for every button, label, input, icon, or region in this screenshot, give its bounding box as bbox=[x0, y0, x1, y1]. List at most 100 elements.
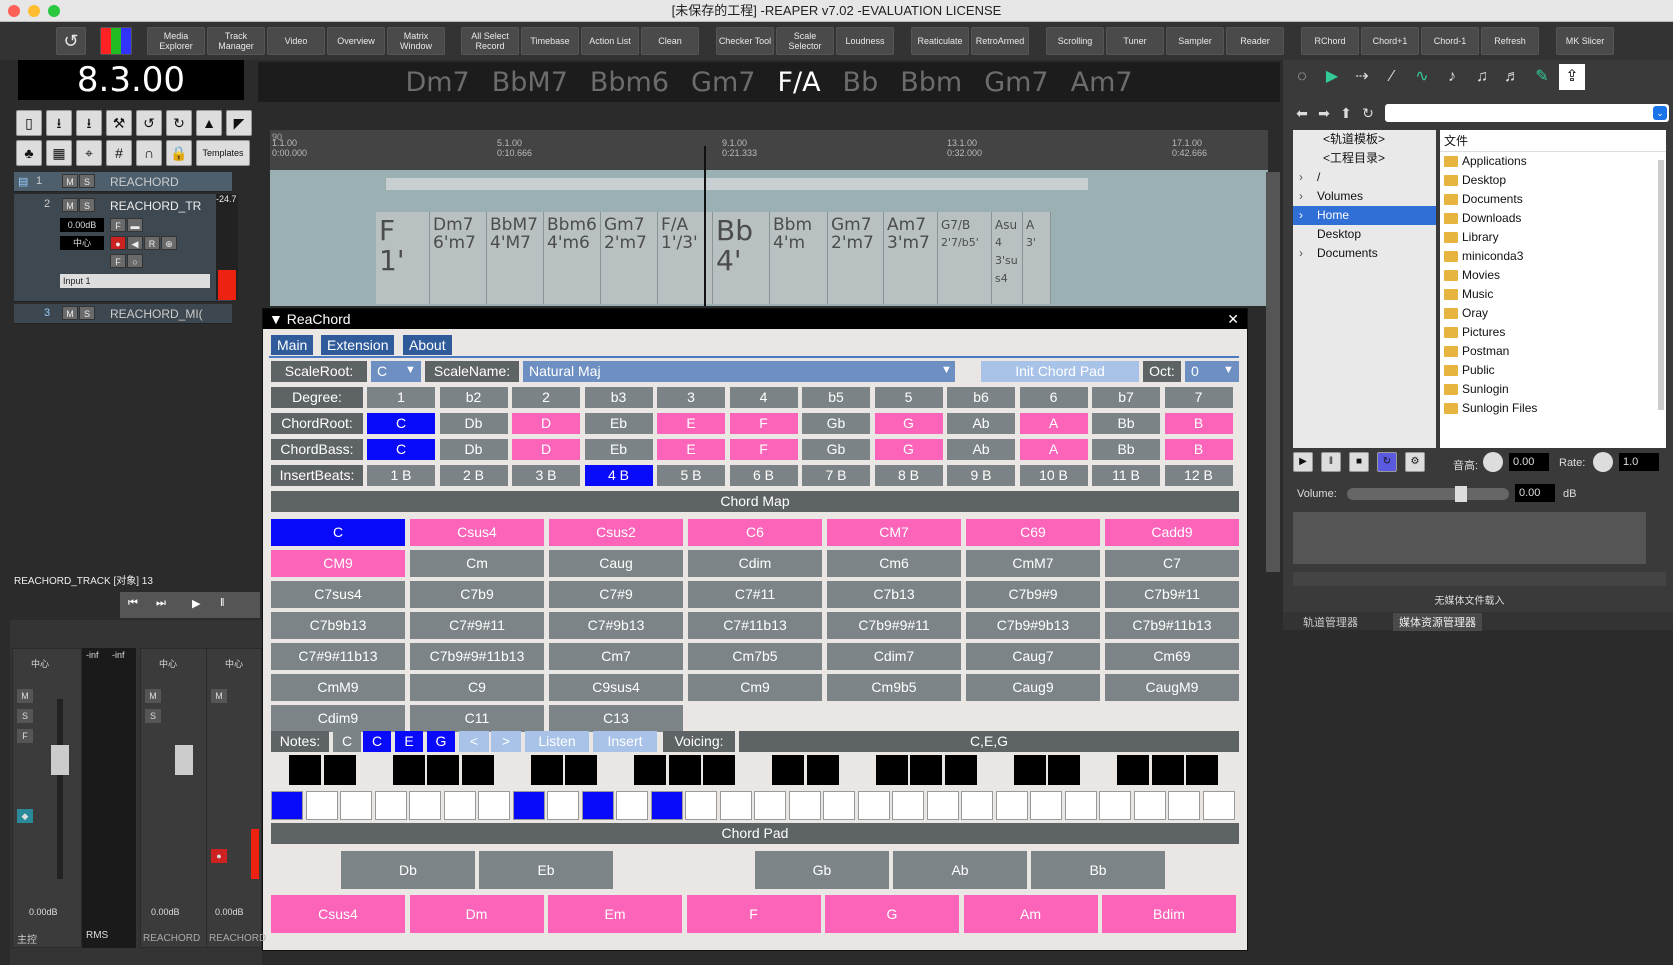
chord-map-button[interactable]: Cdim7 bbox=[827, 643, 961, 670]
chord-pad-button[interactable]: Bdim bbox=[1102, 895, 1236, 933]
note2-icon[interactable]: ♫ bbox=[1469, 64, 1495, 90]
chord-map-button[interactable]: C7b9#9#11b13 bbox=[410, 643, 544, 670]
toolbar-button[interactable]: Clean bbox=[641, 27, 699, 55]
chord-root-button[interactable]: B bbox=[1164, 413, 1233, 434]
white-key[interactable] bbox=[926, 791, 959, 820]
wave-icon[interactable]: ∿ bbox=[1409, 64, 1435, 90]
chevron-right-icon[interactable]: › bbox=[1299, 244, 1303, 263]
loop-icon[interactable]: ↻ bbox=[1377, 452, 1397, 472]
white-key[interactable] bbox=[1030, 791, 1062, 820]
chord-map-button[interactable]: C9 bbox=[410, 674, 544, 701]
degree-button[interactable]: b3 bbox=[584, 387, 653, 408]
stop-icon[interactable]: ■ bbox=[1349, 452, 1369, 472]
degree-button[interactable]: 1 bbox=[367, 387, 435, 408]
chevron-right-icon[interactable]: › bbox=[1299, 206, 1303, 225]
chord-map-button[interactable]: C69 bbox=[966, 519, 1100, 546]
hash-icon[interactable]: # bbox=[106, 140, 132, 166]
insert-beat-button[interactable]: 2 B bbox=[439, 465, 508, 486]
degree-button[interactable]: 6 bbox=[1019, 387, 1088, 408]
toolbar-button[interactable]: Action List bbox=[581, 27, 639, 55]
zoom-window-button[interactable] bbox=[48, 5, 60, 17]
tree-item[interactable]: › Documents bbox=[1293, 244, 1436, 263]
tree-item[interactable]: <工程目录> bbox=[1293, 149, 1436, 168]
chevron-down-icon[interactable]: ▼ bbox=[941, 364, 952, 376]
chord-map-button[interactable]: C7#11 bbox=[688, 581, 822, 608]
pitch-knob[interactable] bbox=[1483, 452, 1503, 472]
chord-root-button[interactable]: C bbox=[367, 413, 435, 434]
black-key[interactable] bbox=[530, 755, 563, 785]
white-key[interactable] bbox=[512, 791, 545, 820]
chord-map-button[interactable]: Caug bbox=[549, 550, 683, 577]
tab-main[interactable]: Main bbox=[271, 335, 314, 355]
toolbar-button[interactable]: MK Slicer bbox=[1556, 27, 1614, 55]
chord-map-button[interactable]: C7b9#9 bbox=[966, 581, 1100, 608]
master-fader[interactable] bbox=[51, 745, 69, 775]
degree-button[interactable]: 3 bbox=[657, 387, 725, 408]
arrange-chord-item[interactable]: F 1' bbox=[376, 212, 430, 304]
chord-pad-button[interactable]: Csus4 bbox=[271, 895, 405, 933]
black-key[interactable] bbox=[1151, 755, 1184, 785]
templates-button[interactable]: Templates bbox=[196, 140, 250, 166]
toolbar-button[interactable]: All Select Record bbox=[461, 27, 519, 55]
minimize-window-button[interactable] bbox=[28, 5, 40, 17]
white-key[interactable] bbox=[374, 791, 407, 820]
settings-icon[interactable]: ⚙ bbox=[1405, 452, 1425, 472]
insert-beat-button[interactable]: 9 B bbox=[947, 465, 1015, 486]
listen-button[interactable]: Listen bbox=[525, 731, 589, 752]
solo-button[interactable]: S bbox=[79, 306, 95, 320]
chord-root-button[interactable]: A bbox=[1019, 413, 1088, 434]
toolbar-button[interactable]: Matrix Window bbox=[387, 27, 445, 55]
media-explorer-tab[interactable]: 媒体资源管理器 bbox=[1393, 613, 1482, 631]
chord-bass-button[interactable]: B bbox=[1164, 439, 1233, 460]
tree-item[interactable]: Desktop bbox=[1293, 225, 1436, 244]
chord-map-button[interactable]: C7b9b13 bbox=[271, 612, 405, 639]
toolbar-button[interactable]: Loudness bbox=[836, 27, 894, 55]
auto-icon[interactable]: ▶ bbox=[1319, 64, 1345, 90]
black-key[interactable] bbox=[668, 755, 701, 785]
degree-button[interactable]: 2 bbox=[512, 387, 580, 408]
black-key[interactable] bbox=[1048, 755, 1080, 785]
black-key[interactable] bbox=[461, 755, 494, 785]
cursor-icon[interactable]: ◤ bbox=[226, 110, 252, 136]
chord-bass-button[interactable]: Eb bbox=[584, 439, 653, 460]
chord-map-button[interactable]: C7b9#11 bbox=[1105, 581, 1239, 608]
mute-button[interactable]: M bbox=[62, 198, 78, 212]
chord-map-button[interactable]: Csus2 bbox=[549, 519, 683, 546]
insert-beat-button[interactable]: 12 B bbox=[1164, 465, 1233, 486]
toolbar-button[interactable]: Sampler bbox=[1166, 27, 1224, 55]
chevron-right-icon[interactable]: › bbox=[1299, 168, 1303, 187]
snap-icon[interactable]: ⌖ bbox=[76, 140, 102, 166]
black-key[interactable] bbox=[392, 755, 425, 785]
chord-bass-button[interactable]: Db bbox=[439, 439, 508, 460]
clubs-icon[interactable]: ♣ bbox=[16, 140, 42, 166]
chord-bass-button[interactable]: F bbox=[729, 439, 798, 460]
mute-button[interactable]: M bbox=[211, 689, 227, 703]
note-button[interactable]: G bbox=[427, 731, 455, 752]
white-key[interactable] bbox=[305, 791, 338, 820]
monitor-icon[interactable]: ◀ bbox=[127, 236, 143, 250]
chord-map-button[interactable]: C9sus4 bbox=[549, 674, 683, 701]
arrange-chord-item[interactable]: Asu 4 3'su s4 bbox=[992, 212, 1023, 304]
reachord-titlebar[interactable]: ▼ ReaChord ✕ bbox=[263, 309, 1247, 329]
chord-bass-button[interactable]: G bbox=[874, 439, 943, 460]
toolbar-button[interactable]: Tuner bbox=[1106, 27, 1164, 55]
next-voicing-button[interactable]: > bbox=[491, 731, 521, 752]
chord-map-button[interactable]: C7#9#11b13 bbox=[271, 643, 405, 670]
chord-map-button[interactable]: C7 bbox=[1105, 550, 1239, 577]
toolbar-button[interactable]: Media Explorer bbox=[147, 27, 205, 55]
black-key[interactable] bbox=[772, 755, 804, 785]
chord-map-button[interactable]: Csus4 bbox=[410, 519, 544, 546]
toolbar-button[interactable]: Overview bbox=[327, 27, 385, 55]
toolbar-button[interactable]: Scale Selector bbox=[776, 27, 834, 55]
chord-map-button[interactable]: Cm7 bbox=[549, 643, 683, 670]
insert-beat-button[interactable]: 10 B bbox=[1019, 465, 1088, 486]
white-key[interactable] bbox=[857, 791, 890, 820]
chord-bass-button[interactable]: A bbox=[1019, 439, 1088, 460]
chord-pad-button[interactable]: Bb bbox=[1031, 851, 1165, 889]
black-key[interactable] bbox=[323, 755, 356, 785]
grid-icon[interactable]: ▦ bbox=[46, 140, 72, 166]
mute-button[interactable]: M bbox=[62, 174, 78, 188]
wand-icon[interactable]: ∕ bbox=[1379, 64, 1405, 90]
degree-button[interactable]: b5 bbox=[802, 387, 870, 408]
tree-item[interactable]: › Volumes bbox=[1293, 187, 1436, 206]
